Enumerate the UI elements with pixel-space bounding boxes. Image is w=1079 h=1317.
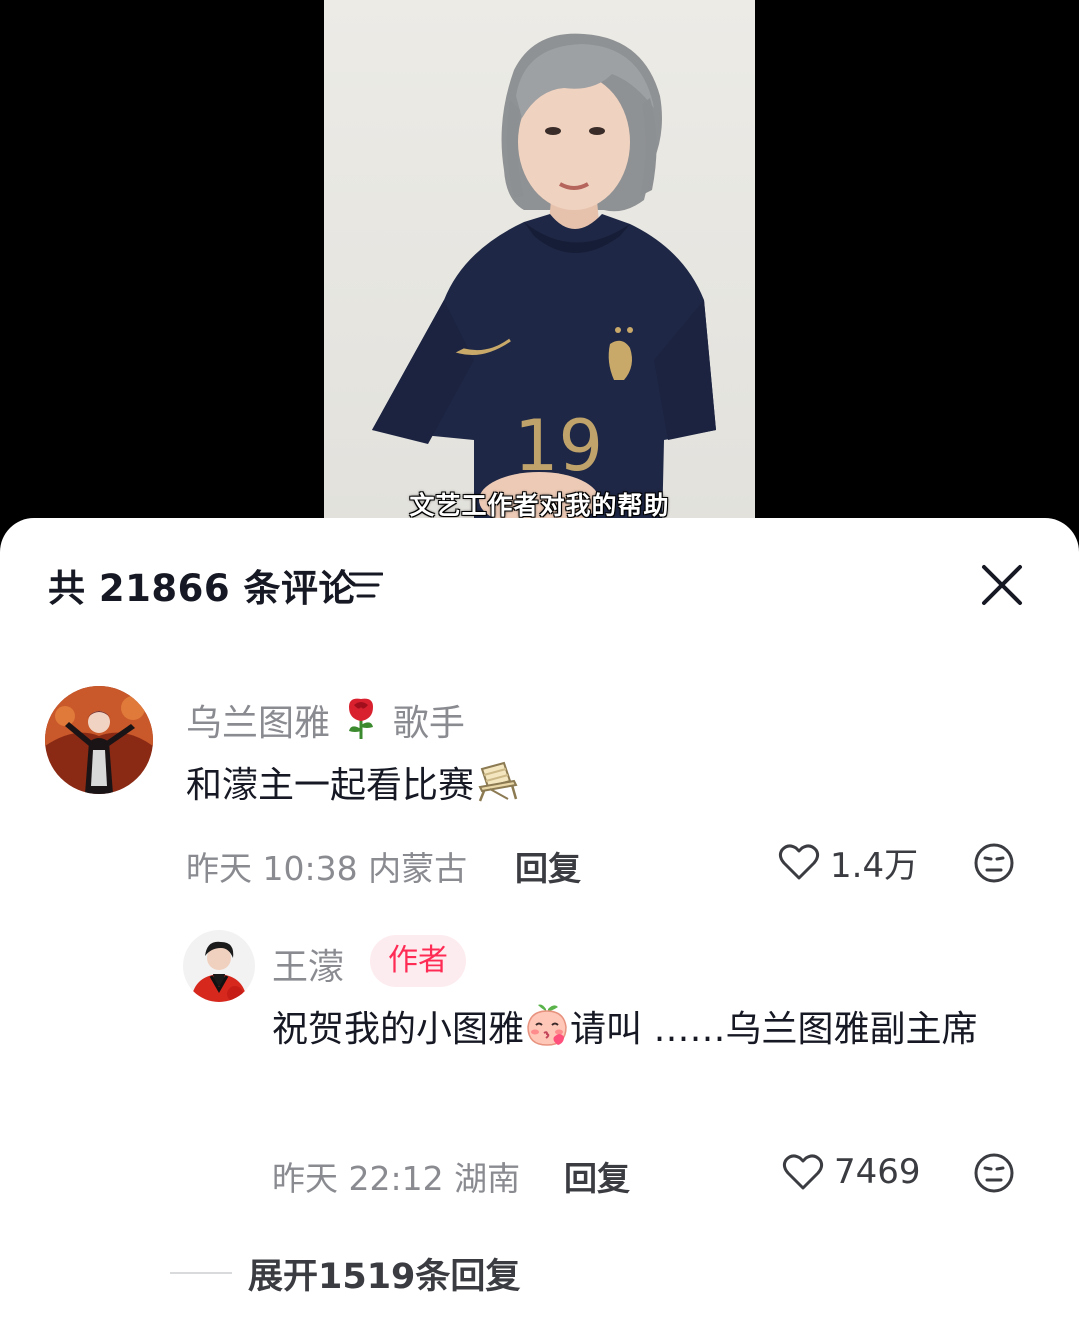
like-button[interactable]: 1.4万	[778, 840, 919, 886]
reply-text: 祝贺我的小图雅 请叫 ……乌兰图雅副主席	[272, 998, 1032, 1062]
rose-icon	[349, 698, 374, 739]
reply-text-part2: 请叫 ……乌兰图雅副主席	[570, 1009, 978, 1050]
video-person-image: 19	[372, 33, 716, 530]
heart-outline-icon[interactable]	[778, 842, 820, 882]
reply-location: 湖南	[454, 1159, 521, 1198]
like-button[interactable]: 7469	[782, 1150, 921, 1194]
video-subtitle: 文艺工作者对我的帮助	[409, 491, 670, 520]
reply-time: 昨天 22:12	[272, 1159, 444, 1198]
reply-button[interactable]: 回复	[564, 1152, 630, 1200]
comment-text-content: 和濛主一起看比赛	[186, 765, 475, 806]
peach-kiss-icon	[527, 1004, 567, 1046]
comment-time: 昨天 10:38	[186, 849, 358, 888]
expand-replies-button[interactable]: 展开1519条回复	[170, 1248, 520, 1298]
like-count: 1.4万	[830, 845, 919, 886]
reply-button[interactable]: 回复	[515, 842, 581, 890]
reply-text-part1: 祝贺我的小图雅	[272, 1009, 525, 1050]
expand-replies-label: 展开1519条回复	[248, 1256, 521, 1297]
video-player[interactable]: 19 文艺工作者对我的帮助	[0, 0, 1079, 530]
author-badge: 作者	[370, 935, 466, 987]
like-count: 7469	[834, 1152, 921, 1192]
comment-item: 乌兰图雅 歌手 和濛主一起看比赛 昨天 10:38 内蒙古 回复 1.4万	[0, 518, 1079, 918]
expand-divider	[170, 1272, 232, 1274]
video-frame[interactable]: 19 文艺工作者对我的帮助	[324, 0, 755, 530]
reply-username[interactable]: 王濛	[272, 938, 344, 990]
reply-meta: 昨天 22:12 湖南	[272, 1152, 520, 1200]
username-text: 乌兰图雅	[186, 703, 331, 744]
folding-chair-icon	[478, 761, 518, 802]
comment-location: 内蒙古	[368, 849, 468, 888]
reply-item: 王濛 作者 祝贺我的小图雅 请叫 ……乌兰图雅副主席 昨天 22:12 湖南 回…	[0, 918, 1079, 1218]
heart-outline-icon[interactable]	[782, 1152, 824, 1192]
comment-username[interactable]: 乌兰图雅 歌手	[186, 694, 465, 746]
dislike-face-icon[interactable]	[973, 842, 1015, 884]
username-suffix: 歌手	[392, 703, 465, 744]
avatar[interactable]	[45, 686, 153, 794]
comment-text: 和濛主一起看比赛	[186, 754, 522, 818]
dislike-face-icon[interactable]	[973, 1152, 1015, 1194]
avatar[interactable]	[183, 930, 255, 1002]
comments-panel: 共 21866 条评论 乌兰图雅 歌手 和濛主一起看比赛 昨天 10:38 内蒙…	[0, 518, 1079, 1317]
comment-meta: 昨天 10:38 内蒙古	[186, 842, 467, 890]
